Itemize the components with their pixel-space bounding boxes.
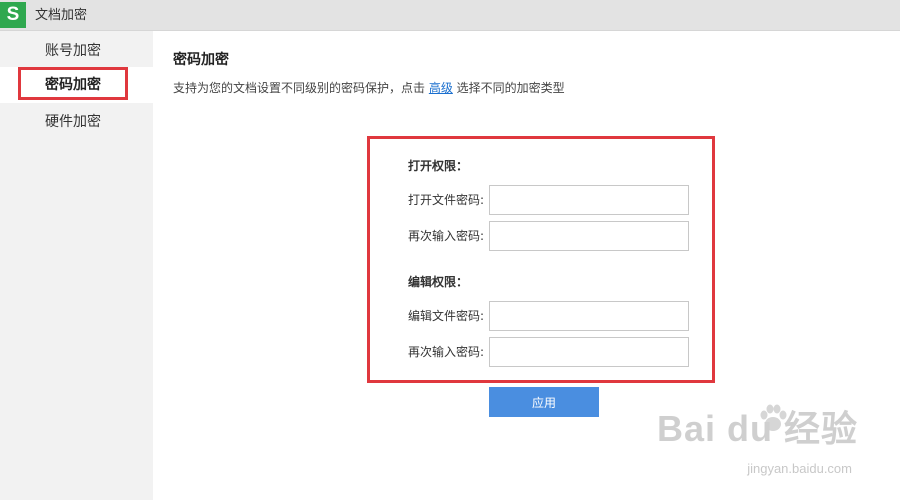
window-title: 文档加密	[35, 8, 88, 23]
description-text: 支持为您的文档设置不同级别的密码保护，点击	[173, 81, 429, 95]
sidebar: 账号加密 密码加密 硬件加密	[0, 31, 153, 500]
advanced-link[interactable]: 高级	[429, 81, 453, 95]
sidebar-item-hardware-encryption[interactable]: 硬件加密	[0, 104, 153, 140]
open-password-label: 打开文件密码:	[408, 193, 485, 207]
edit-password-input[interactable]	[489, 301, 689, 331]
page-title: 密码加密	[173, 52, 229, 68]
open-confirm-label: 再次输入密码:	[408, 229, 485, 243]
baidu-watermark-url: jingyan.baidu.com	[747, 461, 852, 476]
sidebar-item-password-encryption[interactable]: 密码加密	[0, 67, 153, 103]
baidu-watermark: Bai du 经验	[656, 408, 858, 449]
description-text-end: 选择不同的加密类型	[452, 81, 565, 95]
open-confirm-input[interactable]	[489, 221, 689, 251]
open-password-input[interactable]	[489, 185, 689, 215]
apply-button[interactable]: 应用	[489, 387, 599, 417]
edit-password-label: 编辑文件密码:	[408, 309, 485, 323]
edit-permission-heading: 编辑权限：	[408, 275, 469, 289]
edit-confirm-input[interactable]	[489, 337, 689, 367]
open-permission-heading: 打开权限：	[408, 159, 469, 173]
title-bar: S 文档加密	[0, 0, 900, 31]
page-description: 支持为您的文档设置不同级别的密码保护，点击 高级 选择不同的加密类型	[173, 79, 565, 96]
edit-confirm-label: 再次输入密码:	[408, 345, 485, 359]
sidebar-item-account-encryption[interactable]: 账号加密	[0, 33, 153, 69]
app-logo-icon: S	[0, 2, 26, 28]
